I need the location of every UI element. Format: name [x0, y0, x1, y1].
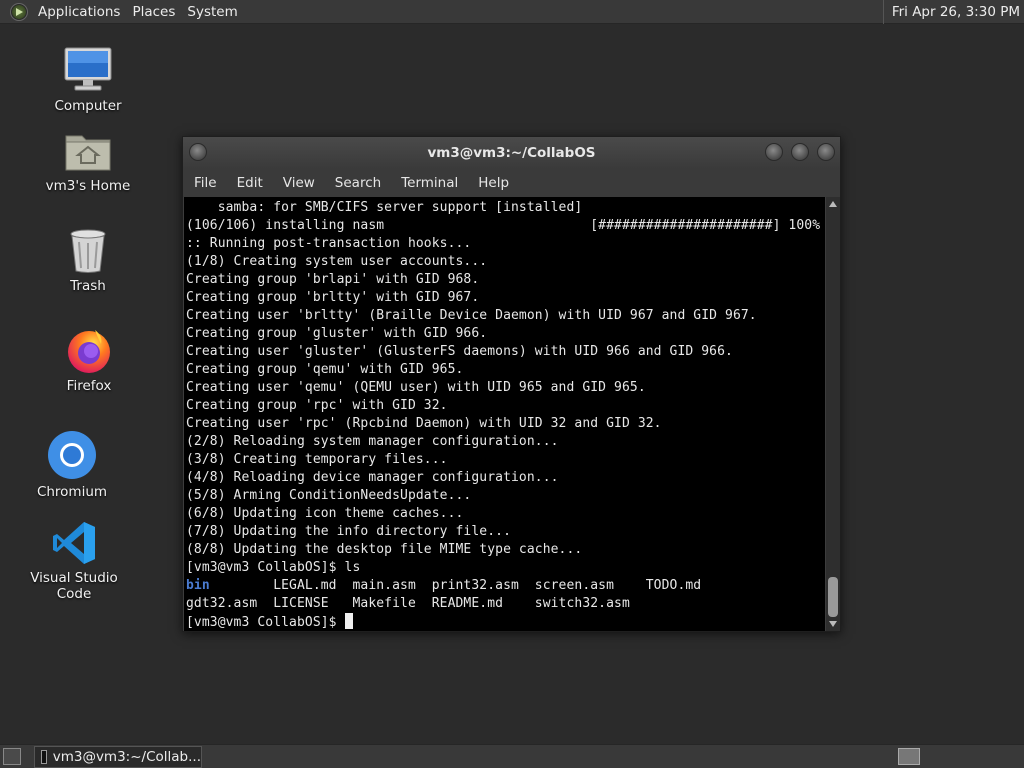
window-title: vm3@vm3:~/CollabOS — [427, 145, 596, 161]
computer-icon — [64, 47, 112, 91]
trash-icon — [70, 229, 106, 273]
terminal-line-ls-2: gdt32.asm LICENSE Makefile README.md swi… — [186, 596, 630, 611]
terminal-line: :: Running post-transaction hooks... — [186, 236, 472, 251]
scroll-up-arrow-icon[interactable] — [829, 201, 837, 207]
firefox-icon — [68, 330, 110, 373]
menu-file[interactable]: File — [183, 169, 226, 197]
terminal-icon — [41, 750, 47, 764]
desktop-icon-label: Visual Studio Code — [30, 570, 118, 602]
terminal-line: Creating user 'rpc' (Rpcbind Daemon) wit… — [186, 416, 662, 431]
terminal-line: (4/8) Reloading device manager configura… — [186, 470, 559, 485]
desktop-icon-label: Firefox — [66, 378, 112, 394]
desktop-icon-label: vm3's Home — [45, 178, 131, 194]
terminal-line: Creating group 'brltty' with GID 967. — [186, 290, 480, 305]
ls-dir-entry: bin — [186, 578, 210, 593]
terminal-line: (8/8) Updating the desktop file MIME typ… — [186, 542, 583, 557]
terminal-menubar: File Edit View Search Terminal Help — [183, 169, 840, 197]
ls-file-entries: LEGAL.md main.asm print32.asm screen.asm… — [209, 578, 702, 593]
terminal-line: (6/8) Updating icon theme caches... — [186, 506, 464, 521]
desktop-icon-trash[interactable]: Trash — [28, 228, 148, 294]
home-folder-icon — [65, 135, 111, 171]
menu-applications[interactable]: Applications — [32, 0, 126, 24]
desktop-icon-chromium[interactable]: Chromium — [12, 430, 132, 500]
menu-system[interactable]: System — [181, 0, 243, 24]
terminal-line: (7/8) Updating the info directory file..… — [186, 524, 511, 539]
terminal-line: (2/8) Reloading system manager configura… — [186, 434, 559, 449]
minimize-button[interactable] — [765, 143, 783, 161]
terminal-window[interactable]: vm3@vm3:~/CollabOS File Edit View Search… — [182, 136, 841, 632]
terminal-line: (106/106) installing nasm [#############… — [186, 218, 821, 233]
menu-edit[interactable]: Edit — [226, 169, 272, 197]
terminal-line: (1/8) Creating system user accounts... — [186, 254, 488, 269]
desktop-icon-label: Computer — [54, 98, 122, 114]
desktop-icon-label: Chromium — [36, 484, 108, 500]
terminal-line: (5/8) Arming ConditionNeedsUpdate... — [186, 488, 472, 503]
terminal-line: samba: for SMB/CIFS server support [inst… — [186, 200, 583, 215]
menu-places[interactable]: Places — [126, 0, 181, 24]
terminal-line: (3/8) Creating temporary files... — [186, 452, 448, 467]
maximize-button[interactable] — [791, 143, 809, 161]
bottom-panel: vm3@vm3:~/Collab... — [0, 744, 1024, 768]
text-cursor — [344, 613, 353, 629]
terminal-line: Creating group 'rpc' with GID 32. — [186, 398, 448, 413]
terminal-line: Creating user 'qemu' (QEMU user) with UI… — [186, 380, 646, 395]
desktop-icon-label: Trash — [70, 278, 106, 294]
clock[interactable]: Fri Apr 26, 3:30 PM — [882, 0, 1020, 24]
terminal-scrollbar[interactable] — [826, 197, 840, 631]
close-button[interactable] — [817, 143, 835, 161]
workspace-switcher[interactable] — [898, 748, 920, 765]
vscode-icon — [53, 522, 95, 564]
terminal-line: [vm3@vm3 CollabOS]$ ls — [186, 560, 361, 575]
desktop-icon-computer[interactable]: Computer — [28, 44, 148, 114]
terminal-line: Creating group 'qemu' with GID 965. — [186, 362, 464, 377]
desktop-icon-home[interactable]: vm3's Home — [28, 128, 148, 194]
top-panel: Applications Places System Fri Apr 26, 3… — [0, 0, 1024, 24]
desktop-icon-vscode[interactable]: Visual Studio Code — [14, 520, 134, 602]
terminal-line: Creating user 'gluster' (GlusterFS daemo… — [186, 344, 733, 359]
terminal-output[interactable]: samba: for SMB/CIFS server support [inst… — [184, 197, 825, 631]
desktop-icon-firefox[interactable]: Firefox — [29, 326, 149, 394]
menu-help[interactable]: Help — [467, 169, 518, 197]
applications-logo-icon[interactable] — [10, 2, 28, 21]
menu-terminal[interactable]: Terminal — [390, 169, 467, 197]
taskbar-terminal-button[interactable]: vm3@vm3:~/Collab... — [34, 746, 202, 768]
scroll-down-arrow-icon[interactable] — [829, 621, 837, 627]
terminal-titlebar[interactable]: vm3@vm3:~/CollabOS — [183, 137, 840, 169]
chromium-icon — [48, 431, 96, 479]
terminal-line: Creating group 'brlapi' with GID 968. — [186, 272, 480, 287]
show-desktop-button[interactable] — [3, 748, 21, 765]
shell-prompt: [vm3@vm3 CollabOS]$ — [186, 615, 345, 630]
terminal-prompt-line[interactable]: [vm3@vm3 CollabOS]$ — [186, 613, 825, 631]
terminal-line-ls-1: bin LEGAL.md main.asm print32.asm screen… — [186, 577, 825, 595]
terminal-line: Creating group 'gluster' with GID 966. — [186, 326, 488, 341]
menu-search[interactable]: Search — [324, 169, 390, 197]
taskbar-label: vm3@vm3:~/Collab... — [52, 749, 201, 765]
scrollbar-thumb[interactable] — [828, 577, 838, 617]
menu-view[interactable]: View — [272, 169, 324, 197]
terminal-line: Creating user 'brltty' (Braille Device D… — [186, 308, 757, 323]
